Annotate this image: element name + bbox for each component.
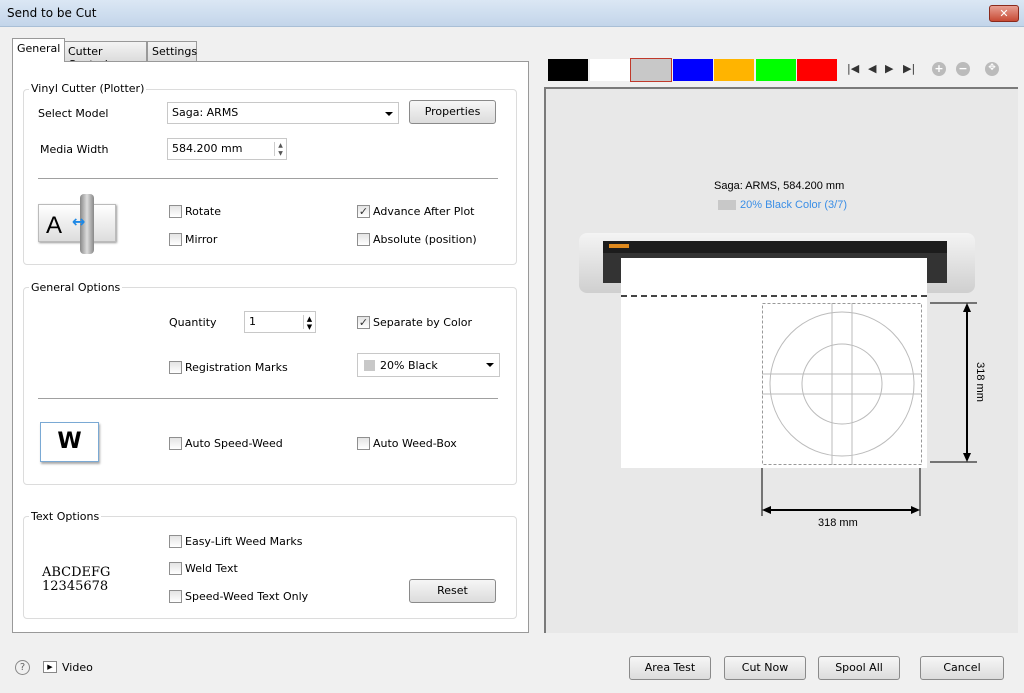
first-icon[interactable]: |◀ [847, 62, 859, 75]
easy-lift-checkbox[interactable] [169, 535, 182, 548]
text-sample-digits: 12345678 [42, 580, 110, 594]
preview-color-info: 20% Black Color (3/7) [740, 199, 847, 211]
spinner-arrows-icon[interactable]: ▲▼ [303, 315, 315, 329]
icon-letter: A [46, 212, 62, 240]
model-value: Saga: ARMS [172, 106, 238, 119]
media-width-label: Media Width [40, 143, 109, 156]
auto-weed-box-checkbox[interactable] [357, 437, 370, 450]
absolute-position-checkbox[interactable] [357, 233, 370, 246]
mirror-checkbox[interactable] [169, 233, 182, 246]
registration-marks-checkbox[interactable] [169, 361, 182, 374]
easy-lift-label: Easy-Lift Weed Marks [185, 535, 302, 548]
divider [38, 398, 498, 399]
properties-button[interactable]: Properties [409, 100, 496, 124]
quantity-stepper[interactable]: 1 ▲▼ [244, 311, 316, 333]
auto-speed-weed-label: Auto Speed-Weed [185, 437, 283, 450]
zoom-out-icon[interactable]: − [956, 62, 970, 76]
color-swatch[interactable] [714, 59, 754, 81]
tab-settings[interactable]: Settings [147, 41, 197, 61]
color-select[interactable]: 20% Black [357, 353, 500, 377]
last-icon[interactable]: ▶| [903, 62, 915, 75]
weld-text-label: Weld Text [185, 562, 238, 575]
advance-after-plot-label: Advance After Plot [373, 205, 475, 218]
cancel-button[interactable]: Cancel [920, 656, 1004, 680]
color-swatch[interactable] [548, 59, 588, 81]
spool-all-button[interactable]: Spool All [818, 656, 900, 680]
reset-button[interactable]: Reset [409, 579, 496, 603]
color-swatch[interactable] [631, 59, 671, 81]
weld-text-checkbox[interactable] [169, 562, 182, 575]
rotate-mirror-icon: A ↔ [38, 194, 118, 254]
divider [38, 178, 498, 179]
color-swatch[interactable] [590, 59, 630, 81]
color-swatch[interactable] [673, 59, 713, 81]
height-dimension-label: 318 mm [974, 362, 986, 402]
chevron-down-icon [486, 363, 494, 367]
tab-cutter-control[interactable]: Cutter Control [63, 41, 147, 61]
next-icon[interactable]: ▶ [885, 62, 893, 75]
speed-weed-text-label: Speed-Weed Text Only [185, 590, 308, 603]
zoom-in-icon[interactable]: + [932, 62, 946, 76]
tab-general[interactable]: General [12, 38, 65, 62]
model-select[interactable]: Saga: ARMS [167, 102, 399, 124]
video-link[interactable]: Video [62, 661, 93, 674]
color-swatch[interactable] [756, 59, 796, 81]
separate-by-color-label: Separate by Color [373, 316, 472, 329]
text-options-group-label: Text Options [29, 510, 101, 523]
quantity-label: Quantity [169, 316, 217, 329]
play-video-icon[interactable]: ▶ [43, 661, 57, 673]
advance-after-plot-checkbox[interactable]: ✓ [357, 205, 370, 218]
close-button[interactable]: ✕ [989, 5, 1019, 22]
fit-view-icon[interactable]: ✥ [985, 62, 999, 76]
auto-speed-weed-checkbox[interactable] [169, 437, 182, 450]
color-swatch[interactable] [797, 59, 837, 81]
rotate-label: Rotate [185, 205, 221, 218]
color-swatch-icon [364, 360, 375, 371]
window-title: Send to be Cut [7, 6, 96, 20]
media-width-input[interactable]: 584.200 mm ▲▼ [167, 138, 287, 160]
rotate-checkbox[interactable] [169, 205, 182, 218]
text-sample: ABCDEFG12345678 [42, 566, 110, 594]
width-dimension-label: 318 mm [818, 517, 858, 529]
absolute-position-label: Absolute (position) [373, 233, 477, 246]
design-preview [762, 303, 922, 465]
general-options-group-label: General Options [29, 281, 122, 294]
area-test-button[interactable]: Area Test [629, 656, 711, 680]
separate-by-color-checkbox[interactable]: ✓ [357, 316, 370, 329]
text-sample-letters: ABCDEFG [42, 566, 110, 580]
help-icon[interactable]: ? [15, 660, 30, 675]
speed-weed-text-checkbox[interactable] [169, 590, 182, 603]
quantity-value: 1 [249, 315, 256, 329]
auto-weed-box-label: Auto Weed-Box [373, 437, 457, 450]
weed-icon: W [40, 422, 99, 462]
current-color-swatch [718, 200, 736, 210]
cut-now-button[interactable]: Cut Now [724, 656, 806, 680]
registration-marks-label: Registration Marks [185, 361, 288, 374]
mirror-label: Mirror [185, 233, 217, 246]
select-model-label: Select Model [38, 107, 108, 120]
media-width-value: 584.200 mm [172, 142, 242, 156]
width-dimension [758, 468, 926, 518]
spinner-arrows-icon[interactable]: ▲▼ [274, 142, 286, 156]
color-select-value: 20% Black [380, 359, 438, 372]
title-bar: Send to be Cut ✕ [0, 0, 1024, 27]
vinyl-cutter-group-label: Vinyl Cutter (Plotter) [29, 82, 146, 95]
preview-model-info: Saga: ARMS, 584.200 mm [714, 180, 844, 192]
chevron-down-icon [385, 112, 393, 116]
previous-icon[interactable]: ◀ [868, 62, 876, 75]
media-start-line [621, 295, 927, 297]
